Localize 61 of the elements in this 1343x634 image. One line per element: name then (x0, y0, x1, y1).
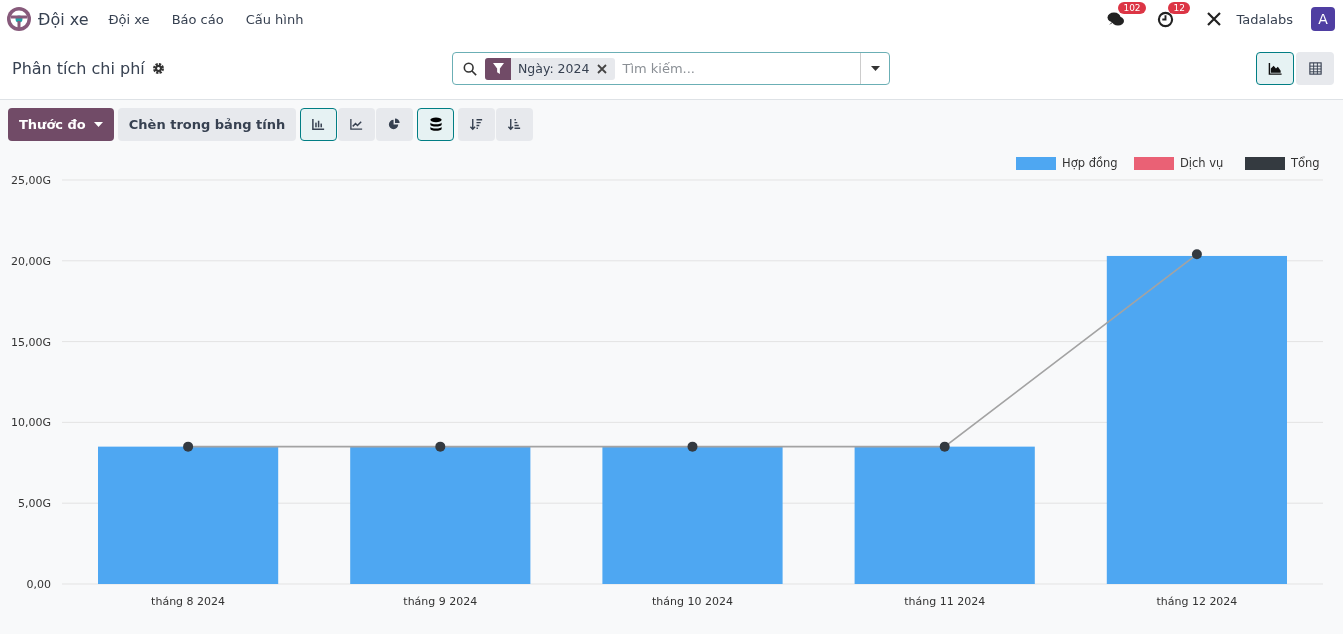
axis-tick-label: 5,00G (17, 497, 51, 511)
message-count-badge: 102 (1118, 2, 1146, 14)
table-icon (1307, 61, 1323, 76)
filter-facet[interactable]: Ngày: 2024 (485, 57, 616, 80)
bar-chart-icon (311, 117, 327, 132)
graph-view-button[interactable] (1256, 52, 1294, 85)
line-chart-icon (349, 117, 365, 132)
legend-swatch[interactable] (1245, 157, 1285, 170)
pie-chart-button[interactable] (376, 108, 414, 141)
filter-icon (492, 63, 504, 74)
pivot-view-button[interactable] (1296, 52, 1334, 85)
settings-icon[interactable] (151, 62, 165, 75)
data-point[interactable] (435, 441, 446, 452)
legend-label[interactable]: Dịch vụ (1180, 156, 1224, 170)
data-point[interactable] (1191, 249, 1202, 260)
sort-icon (469, 117, 485, 132)
sort-asc-button[interactable] (496, 108, 534, 141)
menu-item[interactable]: Đội xe (108, 11, 150, 27)
area-chart-icon (1267, 61, 1283, 76)
bar-chart-button[interactable] (300, 108, 338, 141)
clock-icon[interactable] (1157, 10, 1175, 28)
chat-icon[interactable] (1107, 11, 1126, 27)
pie-chart-icon (387, 117, 403, 132)
axis-tick-label: tháng 11 2024 (904, 595, 986, 608)
axis-tick-label: tháng 12 2024 (1156, 595, 1238, 608)
legend-swatch[interactable] (1134, 157, 1174, 170)
facet-label: Ngày: 2024 (517, 61, 591, 76)
axis-tick-label: tháng 9 2024 (403, 595, 478, 608)
steering-wheel-logo[interactable] (6, 6, 32, 32)
measures-button[interactable]: Thước đo (8, 108, 114, 141)
data-point[interactable] (687, 441, 698, 452)
line-chart-button[interactable] (338, 108, 376, 141)
data-point[interactable] (183, 441, 194, 452)
axis-tick-label: tháng 8 2024 (151, 595, 226, 608)
legend-label[interactable]: Hợp đồng (1062, 156, 1118, 170)
close-icon[interactable] (597, 63, 608, 74)
sort-desc-button[interactable] (458, 108, 496, 141)
menu-item[interactable]: Báo cáo (171, 11, 224, 27)
axis-tick-label: 25,00G (11, 174, 51, 187)
user-avatar[interactable]: A (1311, 7, 1335, 31)
axis-tick-label: tháng 10 2024 (652, 595, 733, 608)
caret-icon[interactable] (870, 66, 880, 71)
insert-spreadsheet-button[interactable]: Chèn trong bảng tính (117, 108, 297, 141)
axis-tick-label: 20,00G (11, 254, 51, 268)
legend-label[interactable]: Tổng (1291, 156, 1320, 170)
search-icon (463, 61, 477, 76)
caret-icon (93, 122, 103, 127)
axis-tick-label: 0,00 (26, 578, 51, 591)
page-title: Phân tích chi phí (12, 59, 145, 78)
search-field[interactable]: Ngày: 2024 Tìm kiếm... (452, 52, 890, 85)
activity-count-badge: 12 (1168, 1, 1190, 14)
axis-tick-label: 15,00G (11, 335, 51, 349)
app-name[interactable]: Đội xe (38, 9, 89, 29)
database-icon (428, 117, 443, 132)
menu-item[interactable]: Cấu hình (245, 11, 304, 27)
sort-icon (507, 117, 523, 132)
axis-tick-label: 10,00G (11, 416, 51, 430)
company-name[interactable]: Tadalabs (1236, 11, 1293, 27)
legend-swatch[interactable] (1016, 157, 1056, 170)
stacked-button[interactable] (417, 108, 455, 141)
data-point[interactable] (939, 441, 950, 452)
